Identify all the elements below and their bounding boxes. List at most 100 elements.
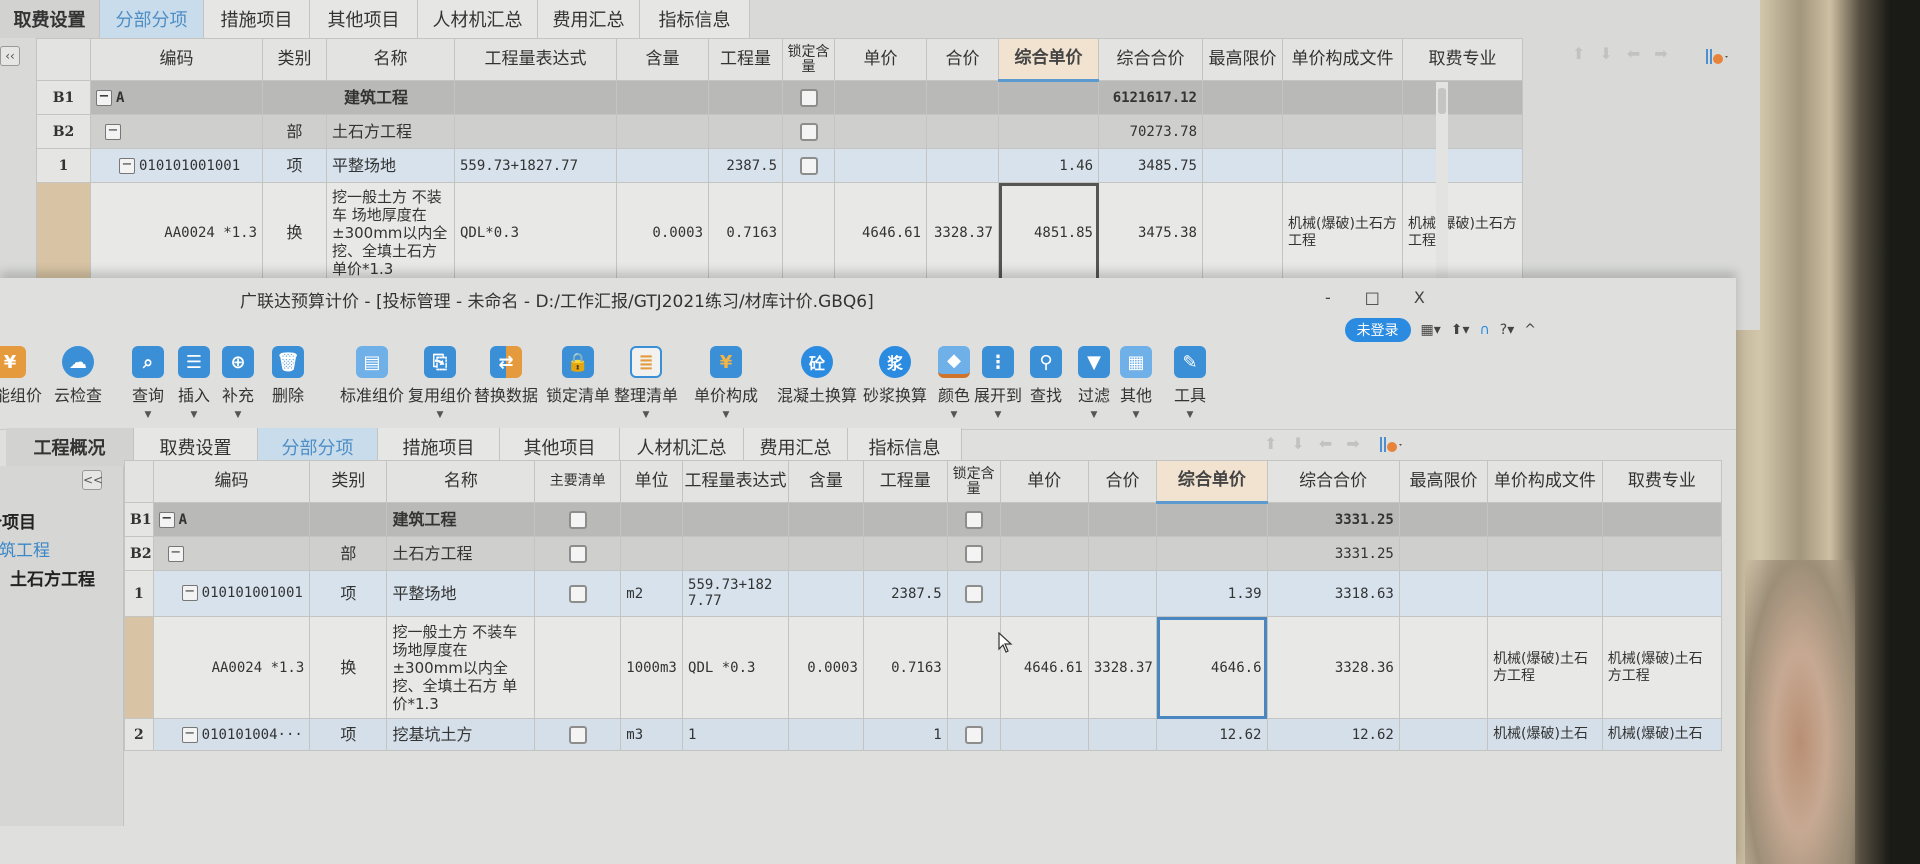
tool-standard-price[interactable]: ▤ 标准组价 bbox=[336, 346, 408, 420]
col-unit[interactable]: 单位 bbox=[620, 460, 684, 503]
login-button[interactable]: 未登录 bbox=[1344, 318, 1411, 342]
code-cell[interactable]: −010101001001 bbox=[90, 148, 263, 183]
tool-organize-list[interactable]: ≣ 整理清单 ▼ bbox=[610, 346, 682, 420]
minimize-button[interactable]: - bbox=[1325, 288, 1331, 307]
move-left-icon[interactable]: ⬅ bbox=[1627, 44, 1640, 63]
col-name[interactable]: 名称 bbox=[386, 460, 536, 503]
name-cell[interactable]: 建筑工程 bbox=[262, 80, 455, 115]
tool-delete[interactable]: 🗑 删除 bbox=[256, 346, 320, 420]
collapse-ribbon-icon[interactable]: ^ bbox=[1524, 322, 1536, 338]
lock-cell[interactable] bbox=[782, 148, 835, 183]
col-code[interactable]: 编码 bbox=[152, 460, 311, 503]
dropdown-arrow-icon[interactable]: ▼ bbox=[235, 410, 242, 420]
unit-price-cell-editing[interactable]: 4646.6 bbox=[1156, 616, 1268, 719]
top-row-sub[interactable]: AA0024 *1.3 换 挖一般土方 不装车 场地厚度在±300mm以内全挖、… bbox=[36, 182, 1523, 283]
tool-replace-data[interactable]: ⇄ 替换数据 bbox=[470, 346, 542, 420]
dropdown-arrow-icon[interactable]: ▼ bbox=[995, 410, 1002, 420]
code-cell[interactable]: − A bbox=[152, 502, 311, 537]
column-settings-icon[interactable] bbox=[1378, 434, 1404, 456]
top-tab-index-info[interactable]: 指标信息 bbox=[640, 0, 750, 38]
layout-menu-icon[interactable]: ▦▾ bbox=[1421, 322, 1441, 338]
content-cell[interactable] bbox=[616, 80, 709, 115]
code-cell[interactable]: AA0024 *1.3 bbox=[90, 182, 263, 283]
sum-cell[interactable]: 3331.25 bbox=[1266, 536, 1400, 571]
code-cell[interactable]: −010101001001 bbox=[152, 570, 311, 617]
lock-checkbox[interactable] bbox=[964, 725, 983, 744]
unit-price-cell[interactable]: 1.39 bbox=[1156, 570, 1268, 617]
col-specialty[interactable]: 取费专业 bbox=[1601, 460, 1723, 503]
column-settings-icon[interactable] bbox=[1704, 46, 1730, 68]
unit-price-cell-selected[interactable]: 4851.85 bbox=[998, 182, 1099, 283]
top-tab-cost-summary[interactable]: 费用汇总 bbox=[538, 0, 640, 38]
sum-cell[interactable]: 3485.75 bbox=[1098, 148, 1203, 183]
lock-checkbox[interactable] bbox=[964, 510, 983, 529]
top-tab-fee-settings[interactable]: 取费设置 bbox=[0, 0, 100, 38]
type-cell[interactable]: 部 bbox=[262, 114, 327, 149]
dropdown-arrow-icon[interactable]: ▼ bbox=[951, 410, 958, 420]
file-cell[interactable]: 机械(爆破)土石 bbox=[1487, 718, 1603, 751]
type-cell[interactable]: 项 bbox=[309, 570, 388, 617]
name-cell[interactable]: 土石方工程 bbox=[386, 536, 536, 571]
top-col-sum[interactable]: 综合合价 bbox=[1098, 38, 1203, 81]
collapse-node-icon[interactable]: − bbox=[119, 157, 135, 174]
top-tab-sections[interactable]: 分部分项 bbox=[100, 0, 204, 38]
name-cell[interactable]: 建筑工程 bbox=[386, 502, 536, 537]
top-tab-labor-summary[interactable]: 人材机汇总 bbox=[418, 0, 538, 38]
support-headset-icon[interactable]: ∩ bbox=[1480, 322, 1490, 338]
main-list-checkbox[interactable] bbox=[568, 725, 587, 744]
collapse-sidebar-button[interactable]: ‹‹ bbox=[0, 46, 20, 66]
maximize-button[interactable]: □ bbox=[1365, 288, 1380, 307]
tool-concrete[interactable]: 砼混凝土换算 bbox=[772, 346, 862, 420]
code-cell[interactable]: − A bbox=[90, 80, 263, 115]
file-cell[interactable]: 机械(爆破)土石方工程 bbox=[1487, 616, 1603, 719]
expr-cell[interactable]: 559.73+1827.77 bbox=[454, 148, 617, 183]
move-left-icon[interactable]: ⬅ bbox=[1319, 434, 1332, 453]
expr-cell[interactable]: 1 bbox=[682, 718, 789, 751]
top-col-name[interactable]: 名称 bbox=[326, 38, 455, 81]
specialty-cell[interactable]: 机械(爆破)土石 bbox=[1601, 718, 1723, 751]
top-row-b2[interactable]: B2 − 部 土石方工程 70273.78 bbox=[36, 114, 1523, 149]
col-unit-price[interactable]: 综合单价 bbox=[1156, 460, 1268, 504]
col-max[interactable]: 最高限价 bbox=[1398, 460, 1489, 503]
top-col-lock[interactable]: 锁定含量 bbox=[782, 38, 835, 81]
top-col-file[interactable]: 单价构成文件 bbox=[1282, 38, 1403, 81]
unit-cell[interactable]: m2 bbox=[620, 570, 684, 617]
col-price[interactable]: 单价 bbox=[999, 460, 1089, 503]
top-col-max[interactable]: 最高限价 bbox=[1202, 38, 1283, 81]
qty-cell[interactable]: 2387.5 bbox=[862, 570, 948, 617]
price-cell[interactable]: 4646.61 bbox=[834, 182, 927, 283]
move-up-icon[interactable]: ⬆ bbox=[1264, 434, 1277, 453]
main-list-checkbox[interactable] bbox=[568, 584, 587, 603]
tool-other[interactable]: ▦ 其他 ▼ bbox=[1106, 346, 1166, 420]
type-cell[interactable]: 换 bbox=[262, 182, 327, 283]
upload-menu-icon[interactable]: ⬆▾ bbox=[1451, 322, 1470, 338]
top-col-total[interactable]: 合价 bbox=[926, 38, 999, 81]
unit-price-cell[interactable]: 12.62 bbox=[1156, 718, 1268, 751]
lock-checkbox[interactable] bbox=[964, 584, 983, 603]
name-cell[interactable]: 挖一般土方 不装车 场地厚度在±300mm以内全挖、全填土石方 单价*1.3 bbox=[386, 616, 536, 719]
sidebar-item-project[interactable]: 整个项目 bbox=[0, 508, 36, 533]
lock-checkbox[interactable] bbox=[799, 122, 818, 141]
top-col-expr[interactable]: 工程量表达式 bbox=[454, 38, 617, 81]
dropdown-arrow-icon[interactable]: ▼ bbox=[191, 410, 198, 420]
top-col-content[interactable]: 含量 bbox=[616, 38, 709, 81]
top-col-type[interactable]: 类别 bbox=[262, 38, 327, 81]
tool-reuse-price[interactable]: ⎘ 复用组价 ▼ bbox=[404, 346, 476, 420]
name-cell[interactable]: 平整场地 bbox=[326, 148, 455, 183]
total-cell[interactable]: 3328.37 bbox=[1087, 616, 1158, 719]
expr-cell[interactable] bbox=[454, 80, 617, 115]
col-total[interactable]: 合价 bbox=[1087, 460, 1158, 503]
dropdown-arrow-icon[interactable]: ▼ bbox=[1133, 410, 1140, 420]
content-cell[interactable]: 0.0003 bbox=[787, 616, 864, 719]
code-cell[interactable]: − bbox=[90, 114, 263, 149]
col-file[interactable]: 单价构成文件 bbox=[1487, 460, 1603, 503]
tab-project-overview[interactable]: 工程概况 bbox=[6, 428, 134, 466]
qty-cell[interactable]: 2387.5 bbox=[708, 148, 783, 183]
top-col-price[interactable]: 单价 bbox=[834, 38, 927, 81]
col-expr[interactable]: 工程量表达式 bbox=[682, 460, 789, 503]
sidebar-item-earthwork[interactable]: 土石方工程 bbox=[10, 565, 95, 590]
lock-cell[interactable] bbox=[782, 80, 835, 115]
expr-cell[interactable]: QDL *0.3 bbox=[682, 616, 789, 719]
top-col-specialty[interactable]: 取费专业 bbox=[1402, 38, 1523, 81]
lock-checkbox[interactable] bbox=[799, 88, 818, 107]
